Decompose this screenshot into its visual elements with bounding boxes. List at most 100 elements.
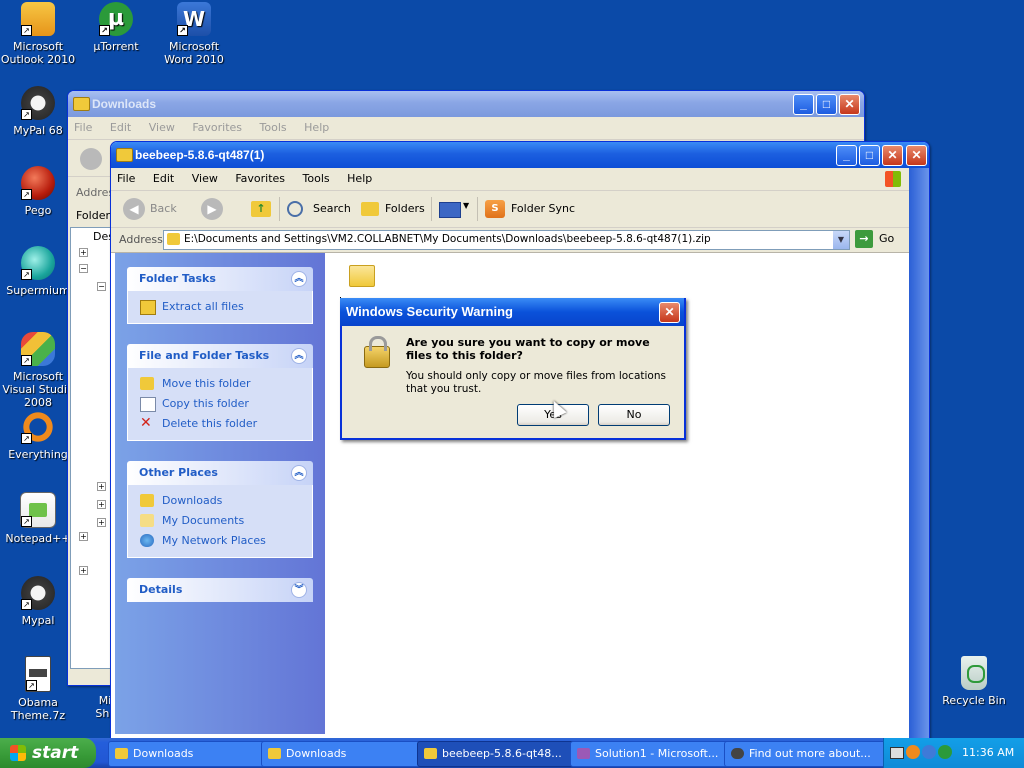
maximize-button[interactable]: □ (816, 94, 837, 115)
menu-edit[interactable]: Edit (110, 121, 131, 134)
collapse-icon[interactable]: ︽ (291, 465, 307, 481)
no-button[interactable]: No (598, 404, 670, 426)
menu-help[interactable]: Help (304, 121, 329, 134)
panel-header[interactable]: File and Folder Tasks ︽ (127, 344, 313, 368)
menu-favorites[interactable]: Favorites (235, 172, 285, 185)
extract-all-files-link[interactable]: Extract all files (140, 297, 312, 317)
dialog-titlebar[interactable]: Windows Security Warning ✕ (340, 298, 684, 326)
security-warning-dialog[interactable]: Windows Security Warning ✕ Are you sure … (340, 298, 686, 440)
copy-folder-icon (140, 397, 156, 412)
close-button[interactable]: ✕ (839, 94, 860, 115)
desktop-icon-word[interactable]: W ↗ Microsoft Word 2010 (156, 2, 232, 66)
folder-sync-button[interactable]: S Folder Sync (483, 197, 579, 221)
menu-file[interactable]: File (74, 121, 92, 134)
taskbar-task-downloads-1[interactable]: Downloads (108, 741, 280, 767)
taskbar-task-find-out-more[interactable]: Find out more about... (724, 741, 896, 767)
menu-file[interactable]: File (117, 172, 135, 185)
other-place-downloads[interactable]: Downloads (140, 491, 312, 511)
archive-icon: ↗ (25, 656, 51, 692)
desktop-icon-label: Microsoft Outlook 2010 (0, 40, 76, 66)
taskbar-task-beebeep[interactable]: beebeep-5.8.6-qt48... (417, 741, 589, 767)
go-button[interactable]: → Go (855, 230, 905, 248)
desktop-icon-obama-theme[interactable]: ↗ Obama Theme.7z (0, 656, 76, 722)
tray-utorrent-icon[interactable] (938, 745, 952, 759)
tree-expand[interactable]: + (97, 500, 106, 509)
beebeep-window[interactable]: beebeep-5.8.6-qt487(1) _ □ ✕ ✕ File Edit… (110, 141, 930, 739)
desktop-icon-recycle-bin[interactable]: Recycle Bin (936, 656, 1012, 707)
collapse-icon[interactable]: ︽ (291, 271, 307, 287)
word-icon: W ↗ (177, 2, 211, 36)
close-button-back[interactable]: ✕ (906, 145, 927, 166)
address-dropdown-button[interactable]: ▼ (833, 231, 849, 249)
downloads-titlebar[interactable]: Downloads _ □ ✕ (68, 91, 864, 117)
go-arrow-icon: → (855, 230, 873, 248)
folders-button[interactable]: Folders (359, 197, 431, 221)
desktop-icon-label: Mypal (21, 614, 55, 627)
back-button[interactable]: ◀ Back (123, 197, 187, 221)
visual-studio-icon (577, 748, 590, 759)
tree-expand[interactable]: + (79, 248, 88, 257)
desktop-icon-supermium[interactable]: ↗ Supermium (0, 246, 76, 297)
minimize-button[interactable]: _ (793, 94, 814, 115)
keyboard-icon[interactable] (890, 747, 904, 759)
menu-help[interactable]: Help (347, 172, 372, 185)
details-panel: Details ︾ (127, 578, 313, 602)
search-button[interactable]: Search (285, 197, 351, 221)
maximize-button[interactable]: □ (859, 145, 880, 166)
clock[interactable]: 11:36 AM (962, 746, 1014, 759)
menu-tools[interactable]: Tools (303, 172, 330, 185)
mypal-icon: ↗ (21, 86, 55, 120)
desktop-icon-mypal[interactable]: ↗ Mypal (0, 576, 76, 627)
folder-icon (73, 97, 90, 111)
dialog-note: You should only copy or move files from … (406, 370, 666, 395)
tray-browser-icon[interactable] (922, 745, 936, 759)
menu-favorites[interactable]: Favorites (192, 121, 242, 134)
back-arrow-icon[interactable] (80, 148, 102, 170)
menu-tools[interactable]: Tools (260, 121, 287, 134)
tree-expand[interactable]: + (79, 566, 88, 575)
collapse-icon[interactable]: ︽ (291, 348, 307, 364)
desktop-icon-mypal68[interactable]: ↗ MyPal 68 (0, 86, 76, 137)
close-button[interactable]: ✕ (882, 145, 903, 166)
beebeep-titlebar[interactable]: beebeep-5.8.6-qt487(1) _ □ ✕ ✕ (111, 142, 929, 168)
copy-folder-link[interactable]: Copy this folder (140, 394, 312, 414)
menu-edit[interactable]: Edit (153, 172, 174, 185)
desktop-icon-label: MyPal 68 (13, 124, 63, 137)
taskbar-task-downloads-2[interactable]: Downloads (261, 741, 437, 767)
forward-button[interactable]: ▶ (201, 198, 223, 220)
tree-expand[interactable]: + (79, 532, 88, 541)
desktop-icon-everything[interactable]: ↗ Everything (0, 410, 76, 461)
folder-icon (268, 748, 281, 759)
desktop-icon-pego[interactable]: ↗ Pego (0, 166, 76, 217)
tray-app-icon[interactable] (906, 745, 920, 759)
desktop-icon-visual-studio[interactable]: ↗ Microsoft Visual Studio 2008 (0, 332, 76, 409)
panel-header[interactable]: Details ︾ (127, 578, 313, 602)
views-button[interactable]: ▼ (437, 197, 473, 221)
desktop-icon-utorrent[interactable]: µ ↗ µTorrent (78, 2, 154, 53)
dialog-close-button[interactable]: ✕ (659, 302, 680, 323)
other-place-network[interactable]: My Network Places (140, 531, 312, 551)
other-place-my-documents[interactable]: My Documents (140, 511, 312, 531)
expand-icon[interactable]: ︾ (291, 582, 307, 598)
address-value: E:\Documents and Settings\VM2.COLLABNET\… (184, 233, 711, 245)
folder-icon (115, 748, 128, 759)
tree-expand[interactable]: + (97, 518, 106, 527)
address-field[interactable]: E:\Documents and Settings\VM2.COLLABNET\… (163, 230, 850, 250)
menu-view[interactable]: View (192, 172, 218, 185)
dialog-question: Are you sure you want to copy or move fi… (406, 336, 650, 362)
minimize-button[interactable]: _ (836, 145, 857, 166)
panel-header[interactable]: Other Places ︽ (127, 461, 313, 485)
up-button[interactable]: ↑ (251, 197, 273, 221)
tree-expand[interactable]: + (97, 482, 106, 491)
desktop-icon-notepadpp[interactable]: ↗ Notepad++ (0, 492, 76, 545)
taskbar-task-solution1[interactable]: Solution1 - Microsoft... (570, 741, 742, 767)
desktop-icon-outlook[interactable]: ↗ Microsoft Outlook 2010 (0, 2, 76, 66)
windows-logo-icon (885, 171, 901, 187)
panel-header[interactable]: Folder Tasks ︽ (127, 267, 313, 291)
menu-view[interactable]: View (149, 121, 175, 134)
start-button[interactable]: start (0, 738, 96, 768)
move-folder-link[interactable]: Move this folder (140, 374, 312, 394)
delete-folder-link[interactable]: ✕ Delete this folder (140, 414, 312, 434)
tree-expand[interactable]: − (97, 282, 106, 291)
tree-expand[interactable]: − (79, 264, 88, 273)
